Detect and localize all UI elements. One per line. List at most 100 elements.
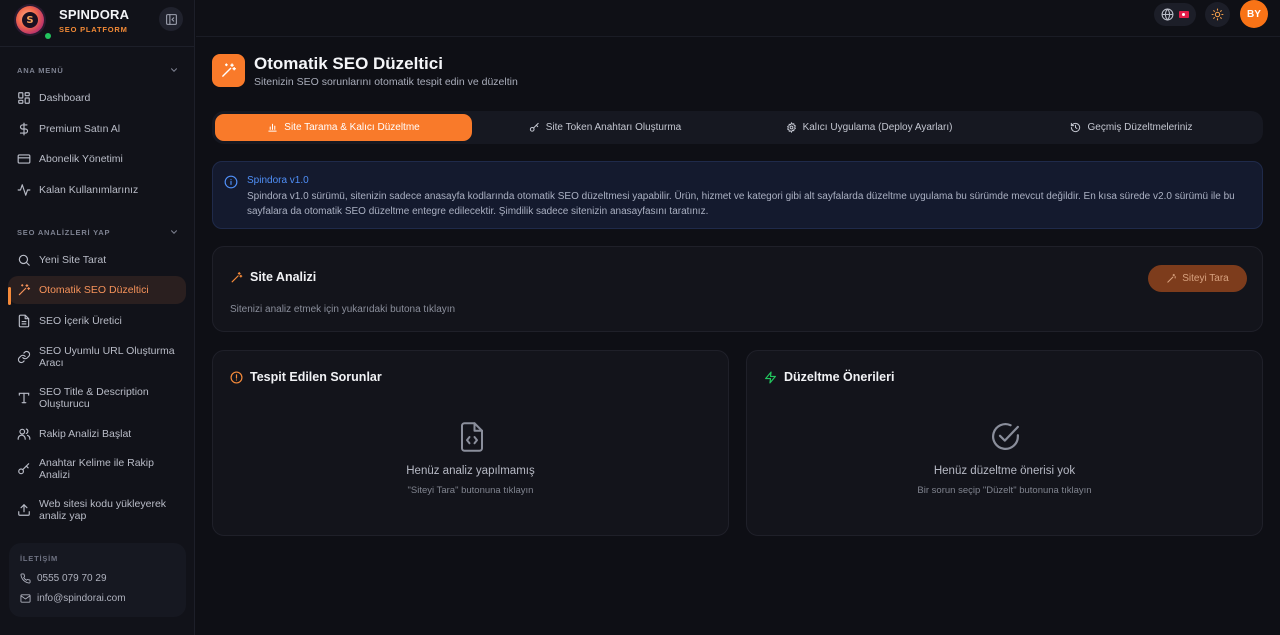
info-icon <box>224 175 238 189</box>
fixes-empty-title: Henüz düzeltme önerisi yok <box>933 465 1076 477</box>
check-circle-icon <box>992 423 1019 450</box>
info-title: Spindora v1.0 <box>247 175 309 186</box>
chevron-down-icon <box>170 68 178 72</box>
fix-suggestions-card: Düzeltme Önerileri Henüz düzeltme öneris… <box>746 350 1263 536</box>
tab-label: Site Tarama & Kalıcı Düzeltme <box>284 122 420 133</box>
section-seo-analyses[interactable]: SEO ANALİZLERİ YAP <box>17 227 179 237</box>
alert-circle-icon <box>230 370 243 384</box>
contact-email[interactable]: info@spindorai.com <box>20 593 126 604</box>
theme-toggle-button[interactable] <box>1205 2 1230 27</box>
magic-wand-icon <box>231 271 243 282</box>
key-icon <box>529 122 539 132</box>
brand-subtitle: SEO PLATFORM <box>59 24 128 34</box>
sidebar-item-code-upload[interactable]: Web sitesi kodu yükleyerek analiz yap <box>8 497 186 523</box>
issues-empty-title: Henüz analiz yapılmamış <box>406 465 535 477</box>
sidebar-item-dashboard[interactable]: Dashboard <box>8 89 186 107</box>
sidebar-item-keyword-competitor[interactable]: Anahtar Kelime ile Rakip Analizi <box>8 456 186 482</box>
tab-site-token[interactable]: Site Token Anahtarı Oluşturma <box>475 114 735 141</box>
sidebar-item-label: SEO İçerik Üretici <box>39 315 122 327</box>
contact-phone-text: 0555 079 70 29 <box>37 573 107 584</box>
magic-wand-icon <box>1167 273 1176 283</box>
collapse-sidebar-button[interactable] <box>159 7 183 31</box>
tab-bar: Site Tarama & Kalıcı Düzeltme Site Token… <box>212 111 1263 144</box>
contact-phone[interactable]: 0555 079 70 29 <box>20 573 107 584</box>
fix-suggestions-title: Düzeltme Önerileri <box>784 370 895 384</box>
contact-title: İLETİŞİM <box>20 554 59 563</box>
page-icon <box>212 54 245 87</box>
contact-box: İLETİŞİM 0555 079 70 29 info@spindorai.c… <box>9 543 186 617</box>
sun-icon <box>1211 8 1224 21</box>
top-bar: BY <box>196 0 1280 37</box>
credit-card-icon <box>17 154 31 164</box>
sidebar-item-label: Anahtar Kelime ile Rakip Analizi <box>39 457 154 481</box>
upload-icon <box>18 504 30 516</box>
site-analysis-card: Site Analizi Siteyi Tara Sitenizi analiz… <box>212 246 1263 332</box>
section-seo-title: SEO ANALİZLERİ YAP <box>17 227 111 237</box>
tab-label: Kalıcı Uygulama (Deploy Ayarları) <box>802 122 953 133</box>
sidebar-item-label: Kalan Kullanımlarınız <box>39 184 139 196</box>
sidebar-item-auto-seo-fixer[interactable]: Otomatik SEO Düzeltici <box>8 276 186 304</box>
sidebar: S SPINDORA SEO PLATFORM ANA MENÜ Dashboa… <box>0 0 195 635</box>
bar-chart-icon <box>268 123 277 132</box>
chevron-down-icon <box>170 230 178 234</box>
lightning-icon <box>765 370 776 384</box>
sidebar-item-label: Yeni Site Tarat <box>39 254 107 266</box>
sidebar-item-title-description[interactable]: SEO Title & Description Oluşturucu <box>8 385 186 411</box>
sidebar-item-new-scan[interactable]: Yeni Site Tarat <box>8 251 186 269</box>
sidebar-item-label: Premium Satın Al <box>39 123 121 135</box>
page-subtitle: Sitenizin SEO sorunlarını otomatik tespi… <box>254 76 518 88</box>
tab-label: Geçmiş Düzeltmeleriniz <box>1087 122 1193 133</box>
gear-icon <box>786 122 796 133</box>
sidebar-item-subscription[interactable]: Abonelik Yönetimi <box>8 150 186 168</box>
sidebar-item-competitor-analysis[interactable]: Rakip Analizi Başlat <box>8 425 186 443</box>
link-icon <box>17 350 31 364</box>
sidebar-item-label: Dashboard <box>39 92 91 104</box>
turkish-flag-icon <box>1179 11 1189 18</box>
history-icon <box>1071 122 1081 133</box>
brand-name: SPINDORA <box>59 6 130 22</box>
sidebar-item-label: Rakip Analizi Başlat <box>39 428 132 440</box>
scan-site-button-label: Siteyi Tara <box>1182 273 1229 284</box>
sidebar-item-label: Web sitesi kodu yükleyerek analiz yap <box>39 498 167 522</box>
language-button[interactable] <box>1154 3 1196 26</box>
globe-icon <box>1161 8 1174 21</box>
active-indicator <box>8 287 11 305</box>
dollar-icon <box>19 122 29 136</box>
section-main-title: ANA MENÜ <box>17 65 64 75</box>
divider <box>0 46 195 47</box>
version-info-alert: Spindora v1.0 Spindora v1.0 sürümü, site… <box>212 161 1263 229</box>
section-main-menu[interactable]: ANA MENÜ <box>17 65 179 75</box>
site-analysis-title: Site Analizi <box>250 270 317 284</box>
activity-icon <box>17 184 31 196</box>
tab-history[interactable]: Geçmiş Düzeltmeleriniz <box>1003 114 1260 141</box>
magic-wand-icon <box>222 63 236 77</box>
dashboard-grid-icon <box>18 92 30 104</box>
info-text: Spindora v1.0 sürümü, sitenizin sadece a… <box>247 191 1235 217</box>
key-icon <box>18 463 30 475</box>
sidebar-item-usage[interactable]: Kalan Kullanımlarınız <box>8 181 186 199</box>
brand[interactable]: S SPINDORA SEO PLATFORM <box>16 4 129 36</box>
sidebar-collapse-icon <box>165 13 177 25</box>
contact-email-text: info@spindorai.com <box>37 593 126 604</box>
issues-empty-subtitle: "Siteyi Tara" butonuna tıklayın <box>407 485 534 496</box>
sidebar-item-label: Abonelik Yönetimi <box>39 153 123 165</box>
file-code-icon <box>461 422 483 452</box>
magic-wand-icon <box>18 284 31 296</box>
sidebar-item-label: SEO Uyumlu URL Oluşturma Aracı <box>39 345 175 369</box>
tab-deploy-settings[interactable]: Kalıcı Uygulama (Deploy Ayarları) <box>738 114 1000 141</box>
online-status-dot <box>45 33 51 39</box>
spindora-logo-icon: S <box>16 6 44 34</box>
page-title: Otomatik SEO Düzeltici <box>254 54 443 73</box>
text-icon <box>18 392 30 404</box>
tab-site-scan[interactable]: Site Tarama & Kalıcı Düzeltme <box>215 114 472 141</box>
sidebar-item-premium[interactable]: Premium Satın Al <box>8 120 186 138</box>
sidebar-item-url-builder[interactable]: SEO Uyumlu URL Oluşturma Aracı <box>8 344 186 370</box>
site-analysis-header: Site Analizi <box>230 270 316 284</box>
fixes-empty-subtitle: Bir sorun seçip "Düzelt" butonuna tıklay… <box>917 485 1092 496</box>
scan-site-button[interactable]: Siteyi Tara <box>1148 265 1247 292</box>
user-avatar[interactable]: BY <box>1240 0 1268 28</box>
document-icon <box>18 314 30 328</box>
sidebar-item-content-generator[interactable]: SEO İçerik Üretici <box>8 312 186 330</box>
tab-label: Site Token Anahtarı Oluşturma <box>545 122 682 133</box>
detected-issues-title: Tespit Edilen Sorunlar <box>250 370 382 384</box>
